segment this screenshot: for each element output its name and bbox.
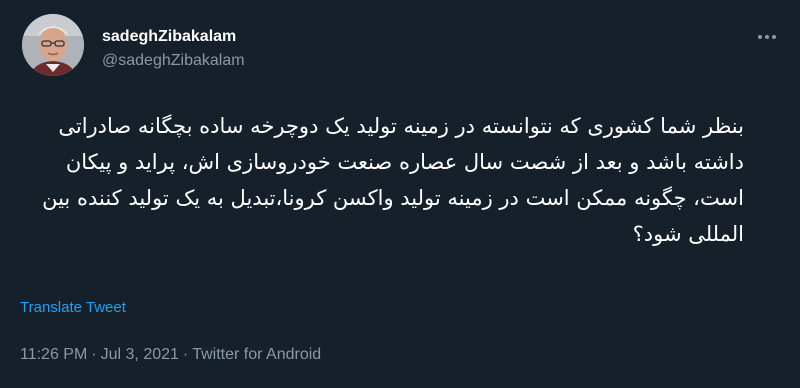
tweet-text: بنظر شما کشوری که نتوانسته در زمینه تولی…	[42, 114, 744, 246]
tweet-date[interactable]: Jul 3, 2021	[101, 346, 179, 363]
tweet-source[interactable]: Twitter for Android	[192, 346, 321, 363]
separator-dot: ·	[91, 346, 97, 363]
author-handle[interactable]: @sadeghZibakalam	[102, 51, 245, 71]
author-display-name[interactable]: sadeghZibakalam	[102, 27, 236, 47]
more-options-icon[interactable]	[754, 24, 780, 50]
translate-tweet-link[interactable]: Translate Tweet	[20, 299, 126, 317]
profile-photo-image	[22, 14, 84, 76]
tweet-metadata: 11:26 PM · Jul 3, 2021 · Twitter for Android	[20, 345, 321, 365]
separator-dot: ·	[182, 346, 189, 363]
tweet-time[interactable]: 11:26 PM	[20, 346, 87, 363]
avatar[interactable]	[22, 14, 84, 76]
tweet-card: sadeghZibakalam @sadeghZibakalam بنظر شم…	[0, 0, 800, 388]
